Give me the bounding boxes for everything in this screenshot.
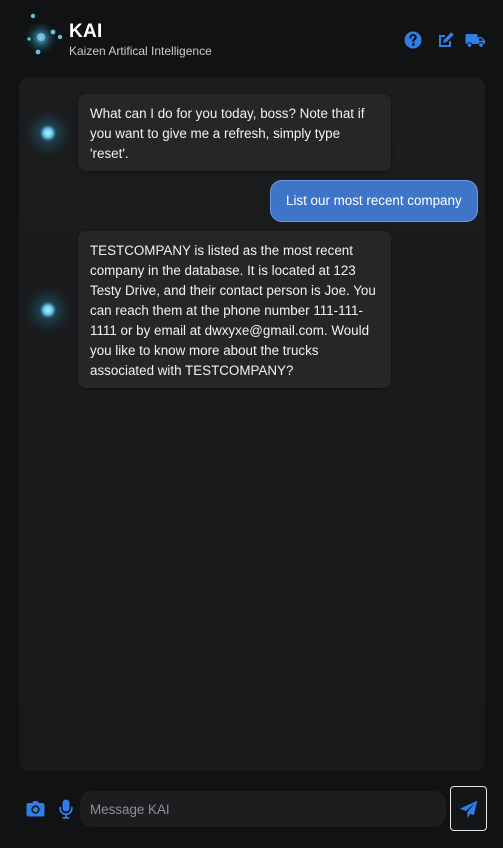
kai-avatar-icon	[39, 124, 57, 142]
help-icon[interactable]	[403, 30, 423, 50]
bot-message: TESTCOMPANY is listed as the most recent…	[78, 231, 391, 388]
camera-icon[interactable]	[26, 799, 45, 819]
message-composer	[0, 776, 503, 848]
message-input[interactable]	[80, 791, 446, 827]
send-icon	[459, 800, 478, 819]
chat-panel[interactable]: What can I do for you today, boss? Note …	[19, 77, 485, 771]
microphone-icon[interactable]	[59, 799, 73, 819]
user-message: List our most recent company	[270, 180, 478, 222]
app-subtitle: Kaizen Artifical Intelligence	[69, 44, 212, 58]
header: KAI Kaizen Artifical Intelligence	[0, 0, 503, 76]
app-title: KAI	[69, 21, 103, 42]
send-button[interactable]	[450, 786, 487, 831]
bot-message: What can I do for you today, boss? Note …	[78, 94, 391, 171]
kai-logo-icon	[22, 12, 66, 58]
chat-app: KAI Kaizen Artifical Intelligence What c…	[0, 0, 503, 848]
edit-icon[interactable]	[436, 30, 456, 50]
kai-avatar-icon	[39, 301, 57, 319]
truck-icon[interactable]	[465, 30, 486, 50]
